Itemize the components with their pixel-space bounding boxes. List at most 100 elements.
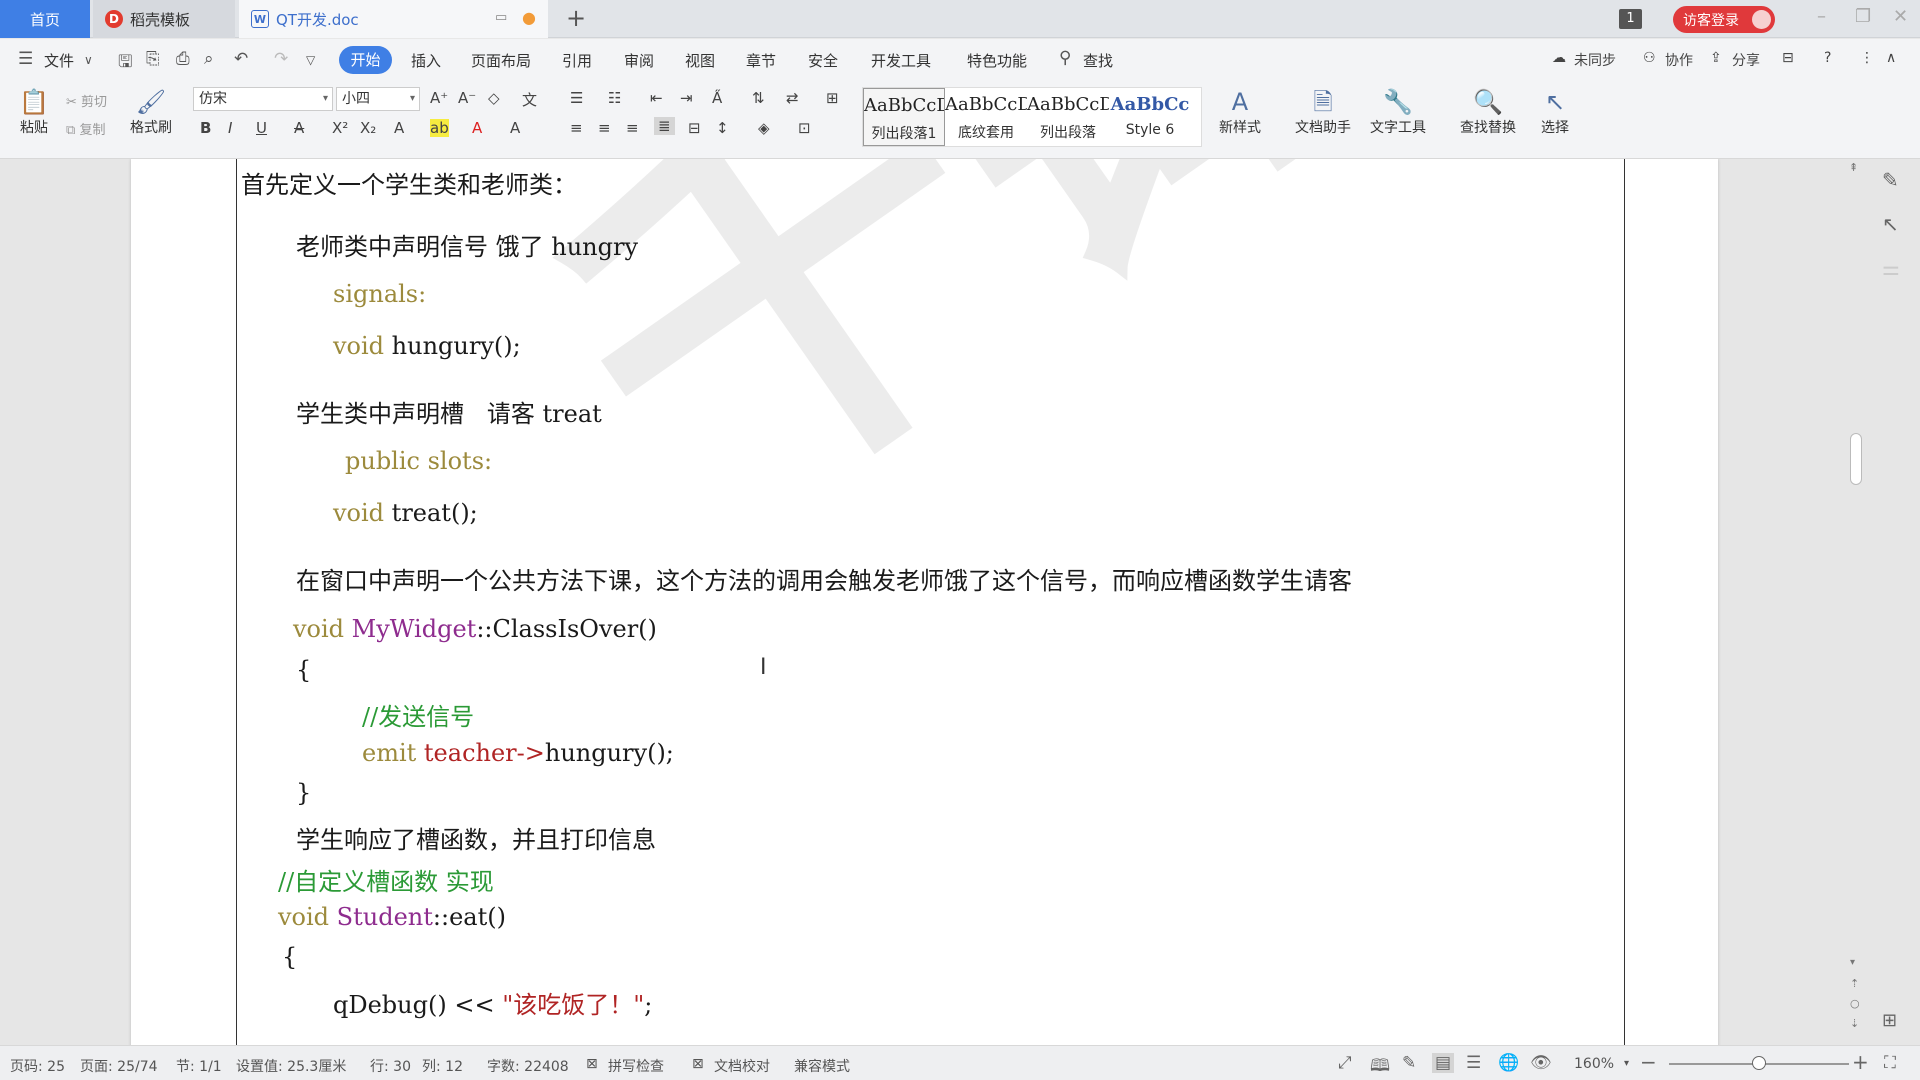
print-icon[interactable]: ⎙: [176, 49, 190, 69]
menu-security[interactable]: 安全: [808, 50, 838, 71]
pinyin-icon[interactable]: 文: [522, 89, 537, 110]
select-button[interactable]: ↖ 选择: [1532, 87, 1578, 137]
justify-icon[interactable]: ≣: [654, 117, 675, 135]
collapse-ribbon-icon[interactable]: ∧: [1886, 50, 1896, 66]
style-item[interactable]: AaBbCcDd 列出段落: [1027, 88, 1109, 146]
chinese-layout-icon[interactable]: A̋: [712, 89, 722, 107]
menu-devtools[interactable]: 开发工具: [871, 50, 931, 71]
doc-paragraph[interactable]: 学生响应了槽函数，并且打印信息: [296, 820, 656, 855]
more-icon[interactable]: ⋮: [1860, 50, 1874, 66]
tab-template[interactable]: D 稻壳模板: [93, 0, 235, 38]
settings-lines-icon[interactable]: ⚌: [1882, 256, 1900, 280]
zoom-slider-thumb[interactable]: [1752, 1056, 1766, 1070]
zoom-in-icon[interactable]: +: [1852, 1050, 1869, 1074]
read-mode-icon[interactable]: 🕮: [1370, 1053, 1390, 1080]
share-button[interactable]: 分享: [1732, 50, 1760, 70]
new-tab-button[interactable]: +: [566, 4, 586, 32]
doc-assistant-button[interactable]: 🗎 文档助手: [1288, 87, 1358, 137]
doc-paragraph[interactable]: 在窗口中声明一个公共方法下课，这个方法的调用会触发老师饿了这个信号，而响应槽函数…: [296, 561, 1352, 596]
sync-status[interactable]: 未同步: [1574, 50, 1616, 70]
distribute-icon[interactable]: ⊟: [688, 119, 701, 137]
doc-paragraph[interactable]: 老师类中声明信号 饿了 hungry: [296, 227, 638, 262]
guest-login-button[interactable]: 访客登录: [1673, 6, 1775, 33]
status-page[interactable]: 页面: 25/74: [80, 1056, 158, 1076]
align-right-icon[interactable]: ≡: [626, 119, 639, 137]
fullscreen-icon[interactable]: ⤢: [1338, 1053, 1352, 1073]
doc-paragraph[interactable]: 学生类中声明槽 请客 treat: [296, 394, 602, 429]
clear-format-icon[interactable]: ◇: [488, 89, 500, 107]
align-center-icon[interactable]: ≡: [598, 119, 611, 137]
code-line[interactable]: void treat();: [333, 499, 478, 527]
code-line[interactable]: public slots:: [345, 447, 492, 475]
minimize-icon[interactable]: –: [1817, 6, 1826, 27]
line-spacing-icon[interactable]: ↕: [716, 119, 729, 137]
style-item[interactable]: AaBbCcDd 列出段落1: [863, 88, 945, 146]
menu-search[interactable]: 查找: [1083, 50, 1113, 71]
undo-icon[interactable]: ↶: [234, 49, 248, 69]
new-style-button[interactable]: A 新样式: [1210, 87, 1270, 137]
code-line[interactable]: }: [296, 779, 311, 807]
status-section[interactable]: 节: 1/1: [176, 1056, 222, 1076]
show-marks-icon[interactable]: ⇄: [786, 89, 799, 107]
prev-page-icon[interactable]: ⇡: [1850, 977, 1859, 990]
subscript-icon[interactable]: X₂: [360, 119, 376, 137]
cloud-sync-icon[interactable]: ☁: [1552, 50, 1566, 66]
paste-button[interactable]: 📋 粘贴: [12, 87, 56, 137]
font-name-select[interactable]: 仿宋 ▾: [193, 87, 333, 111]
underline-icon[interactable]: U: [256, 119, 267, 137]
sort-icon[interactable]: ⇅: [752, 89, 765, 107]
strikethrough-icon[interactable]: A: [294, 119, 304, 137]
grow-font-icon[interactable]: A⁺: [430, 89, 448, 107]
bullet-list-icon[interactable]: ☰: [570, 89, 583, 107]
restore-icon[interactable]: ❐: [1855, 6, 1871, 27]
search-icon[interactable]: ⚲: [1059, 48, 1071, 68]
border-icon[interactable]: ⊡: [798, 119, 811, 137]
format-painter-button[interactable]: 🖌 格式刷: [128, 87, 174, 137]
text-effect-icon[interactable]: A: [394, 119, 404, 137]
code-line[interactable]: signals:: [333, 280, 426, 308]
chevron-down-icon[interactable]: ∨: [84, 53, 93, 67]
select-browse-icon[interactable]: ○: [1850, 997, 1860, 1010]
vertical-scrollbar[interactable]: ⇞ ▾ ⇡ ○ ⇣: [1844, 159, 1866, 1045]
pen-icon[interactable]: ✎: [1882, 168, 1899, 192]
code-line[interactable]: {: [282, 943, 297, 971]
highlight-icon[interactable]: ab: [430, 119, 449, 137]
layout-switch-icon[interactable]: ⊟: [1782, 50, 1794, 66]
code-line[interactable]: void hungury();: [333, 332, 521, 360]
menu-view[interactable]: 视图: [685, 50, 715, 71]
scroll-down-icon[interactable]: ▾: [1850, 957, 1855, 968]
style-item[interactable]: AaBbCc Style 6: [1109, 88, 1191, 146]
menu-chapter[interactable]: 章节: [746, 50, 776, 71]
status-col[interactable]: 列: 12: [422, 1056, 463, 1076]
write-mode-icon[interactable]: ✎: [1402, 1053, 1416, 1073]
cursor-icon[interactable]: ↖: [1882, 212, 1899, 236]
document-area[interactable]: 千锋教育 首先定义一个学生类和老师类： 老师类中声明信号 饿了 hungry s…: [0, 159, 1920, 1045]
menu-layout[interactable]: 页面布局: [471, 50, 531, 71]
doc-proof-icon[interactable]: ⊠: [692, 1056, 704, 1072]
scrollbar-thumb[interactable]: [1850, 433, 1862, 485]
web-view-icon[interactable]: 🌐: [1498, 1053, 1519, 1073]
menu-reference[interactable]: 引用: [562, 50, 592, 71]
status-doc-proof[interactable]: 文档校对: [714, 1056, 770, 1076]
chevron-down-icon[interactable]: ▾: [1624, 1058, 1629, 1069]
zoom-level[interactable]: 160%: [1574, 1056, 1614, 1072]
collab-button[interactable]: 协作: [1665, 50, 1693, 70]
italic-icon[interactable]: I: [228, 119, 232, 137]
decrease-indent-icon[interactable]: ⇤: [650, 89, 663, 107]
monitor-icon[interactable]: ▭: [495, 10, 507, 25]
style-item[interactable]: AaBbCcDd 底纹套用: [945, 88, 1027, 146]
eye-protection-icon[interactable]: 👁: [1530, 1053, 1552, 1073]
numbered-list-icon[interactable]: ☷: [608, 89, 621, 107]
print-preview-icon[interactable]: ⌕: [204, 49, 214, 69]
align-left-icon[interactable]: ≡: [570, 119, 583, 137]
tab-home[interactable]: 首页: [0, 0, 90, 38]
shading-icon[interactable]: ◈: [758, 119, 770, 137]
table-icon[interactable]: ⊞: [826, 89, 839, 107]
copy-button[interactable]: ⧉ 复制: [66, 119, 105, 138]
status-setting[interactable]: 设置值: 25.3厘米: [236, 1056, 346, 1076]
page-view-icon[interactable]: ▤: [1432, 1053, 1455, 1073]
font-color-icon[interactable]: A: [472, 119, 482, 137]
save-icon[interactable]: 🖫: [118, 49, 132, 78]
zoom-out-icon[interactable]: −: [1640, 1050, 1657, 1074]
code-line[interactable]: qDebug() << "该吃饭了！";: [333, 985, 652, 1020]
